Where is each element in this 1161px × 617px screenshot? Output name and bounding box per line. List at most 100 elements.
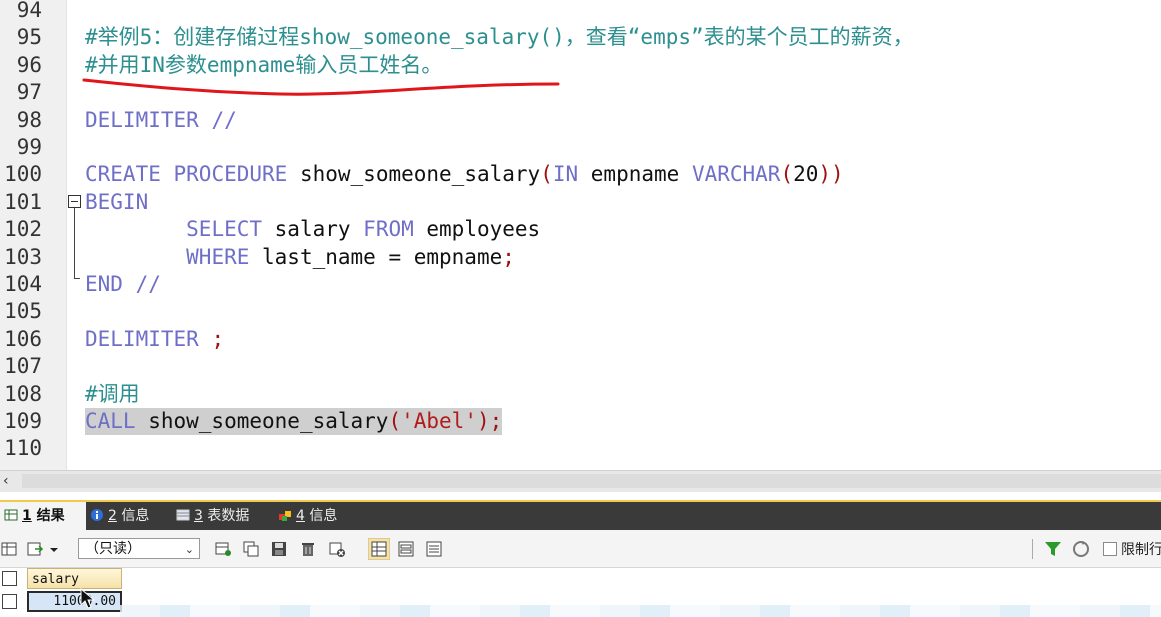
info-icon [91,509,103,521]
limit-rows-label: 限制行 [1121,542,1161,558]
tab-number: 4 [296,508,305,524]
form-mode-icon[interactable] [397,540,415,558]
code-line[interactable]: 109 CALL show_someone_salary('Abel'); [0,408,1161,435]
select-arrow-icon: ⌄ [184,543,194,556]
code-line[interactable]: 103 WHERE last_name = empname; [0,244,1161,271]
code-token: #举例5：创建存储过程show_someone_salary()，查看“emps… [85,25,914,50]
column-header-salary[interactable]: salary [27,568,122,589]
tab-info[interactable]: 2 信息 [90,502,149,530]
code-line[interactable]: 99 [0,134,1161,161]
row-select-checkbox[interactable] [2,594,17,609]
code-token: show_someone_salary [287,162,541,187]
code-token: salary [262,217,364,242]
insert-row-icon[interactable] [214,540,232,558]
code-token: END [85,272,123,296]
code-text[interactable]: SELECT salary FROM employees [85,216,540,243]
code-token: ( [388,409,402,433]
line-number: 104 [4,272,42,296]
tab-info-2[interactable]: 4 信息 [278,502,337,530]
code-text[interactable]: END // [85,271,161,298]
code-token: show_someone_salary [135,409,389,433]
code-token: ; [502,244,515,269]
code-line[interactable]: 108 #调用 [0,381,1161,408]
refresh-icon[interactable] [1072,540,1090,558]
code-text[interactable]: DELIMITER // [85,107,237,134]
code-line[interactable]: 102 SELECT salary FROM employees [0,216,1161,243]
limit-rows-checkbox[interactable] [1103,542,1117,556]
code-line[interactable]: 106 DELIMITER ; [0,326,1161,353]
cancel-changes-icon[interactable] [328,540,346,558]
toolbar-separator [1032,539,1033,559]
readonly-mode-select[interactable]: （只读） ⌄ [78,538,200,559]
line-number: 107 [4,354,42,379]
code-token: // [122,272,161,296]
filter-icon[interactable] [1044,540,1062,558]
code-line[interactable]: 101 BEGIN [0,189,1161,216]
header-select-checkbox[interactable] [2,571,17,586]
code-token: empname [578,162,692,187]
code-token: BEGIN [85,189,149,214]
code-line[interactable]: 110 [0,435,1161,462]
selected-code-text[interactable]: CALL show_someone_salary('Abel'); [85,408,503,435]
code-text[interactable]: WHERE last_name = empname; [85,244,515,271]
code-token: CALL [85,409,136,433]
info-blocks-icon [279,511,291,521]
line-number: 103 [4,244,42,269]
code-token: ( [540,162,553,187]
tab-result[interactable]: 1 结果 [0,502,86,530]
code-text[interactable]: #调用 [85,381,140,408]
code-line[interactable]: 105 [0,298,1161,325]
code-text[interactable]: BEGIN [85,189,148,216]
grid-view-icon[interactable] [0,540,18,558]
scrollbar-thumb[interactable] [22,474,1161,488]
tab-number: 3 [194,508,203,524]
blurred-background-strip [120,605,1161,617]
code-token: VARCHAR [691,162,781,187]
red-underline-annotation [82,78,560,96]
code-line[interactable]: 94 [0,0,1161,24]
export-icon[interactable] [26,540,44,558]
code-line[interactable]: 95 #举例5：创建存储过程show_someone_salary()，查看“em… [0,24,1161,51]
line-number: 108 [4,381,42,406]
code-token: PROCEDURE [173,162,288,187]
code-token: employees [413,217,541,242]
line-number: 101 [4,189,42,214]
sql-editor[interactable]: 94 95 #举例5：创建存储过程show_someone_salary()，查看“… [0,0,1161,470]
code-text[interactable]: CREATE PROCEDURE show_someone_salary(IN … [85,161,844,188]
code-token: ; [211,326,225,351]
delete-icon[interactable] [299,540,317,558]
code-token: FROM [363,217,414,242]
code-token: // [198,107,237,132]
horizontal-scrollbar[interactable]: ‹ [0,470,1161,492]
line-number: 105 [4,299,42,324]
code-token: WHERE [186,244,250,269]
code-text[interactable]: #举例5：创建存储过程show_someone_salary()，查看“emps… [85,24,914,51]
save-icon[interactable] [270,540,288,558]
line-number: 99 [16,135,42,159]
code-line[interactable]: 98 DELIMITER // [0,107,1161,134]
code-token: IN [552,162,579,187]
line-number: 94 [16,0,42,22]
fold-toggle-icon[interactable] [68,195,81,208]
code-token: last_name = empname [249,244,503,269]
chevron-down-icon[interactable] [48,540,60,558]
text-mode-icon[interactable] [425,540,443,558]
code-token: DELIMITER [85,107,199,132]
salary-cell[interactable]: 11000.00 [27,591,122,612]
tab-table-data[interactable]: 3 表数据 [176,502,249,530]
duplicate-row-icon[interactable] [242,540,260,558]
code-token: ( [780,162,794,187]
code-token: )) [818,162,844,187]
code-line[interactable]: 104 END // [0,271,1161,298]
grid-mode-icon[interactable] [368,538,390,560]
line-number: 95 [16,25,42,50]
code-text[interactable]: DELIMITER ; [85,326,224,353]
scroll-left-icon[interactable]: ‹ [3,471,9,491]
code-line[interactable]: 107 [0,353,1161,380]
code-line[interactable]: 100 CREATE PROCEDURE show_someone_salary(… [0,161,1161,188]
code-token: #调用 [85,381,140,406]
